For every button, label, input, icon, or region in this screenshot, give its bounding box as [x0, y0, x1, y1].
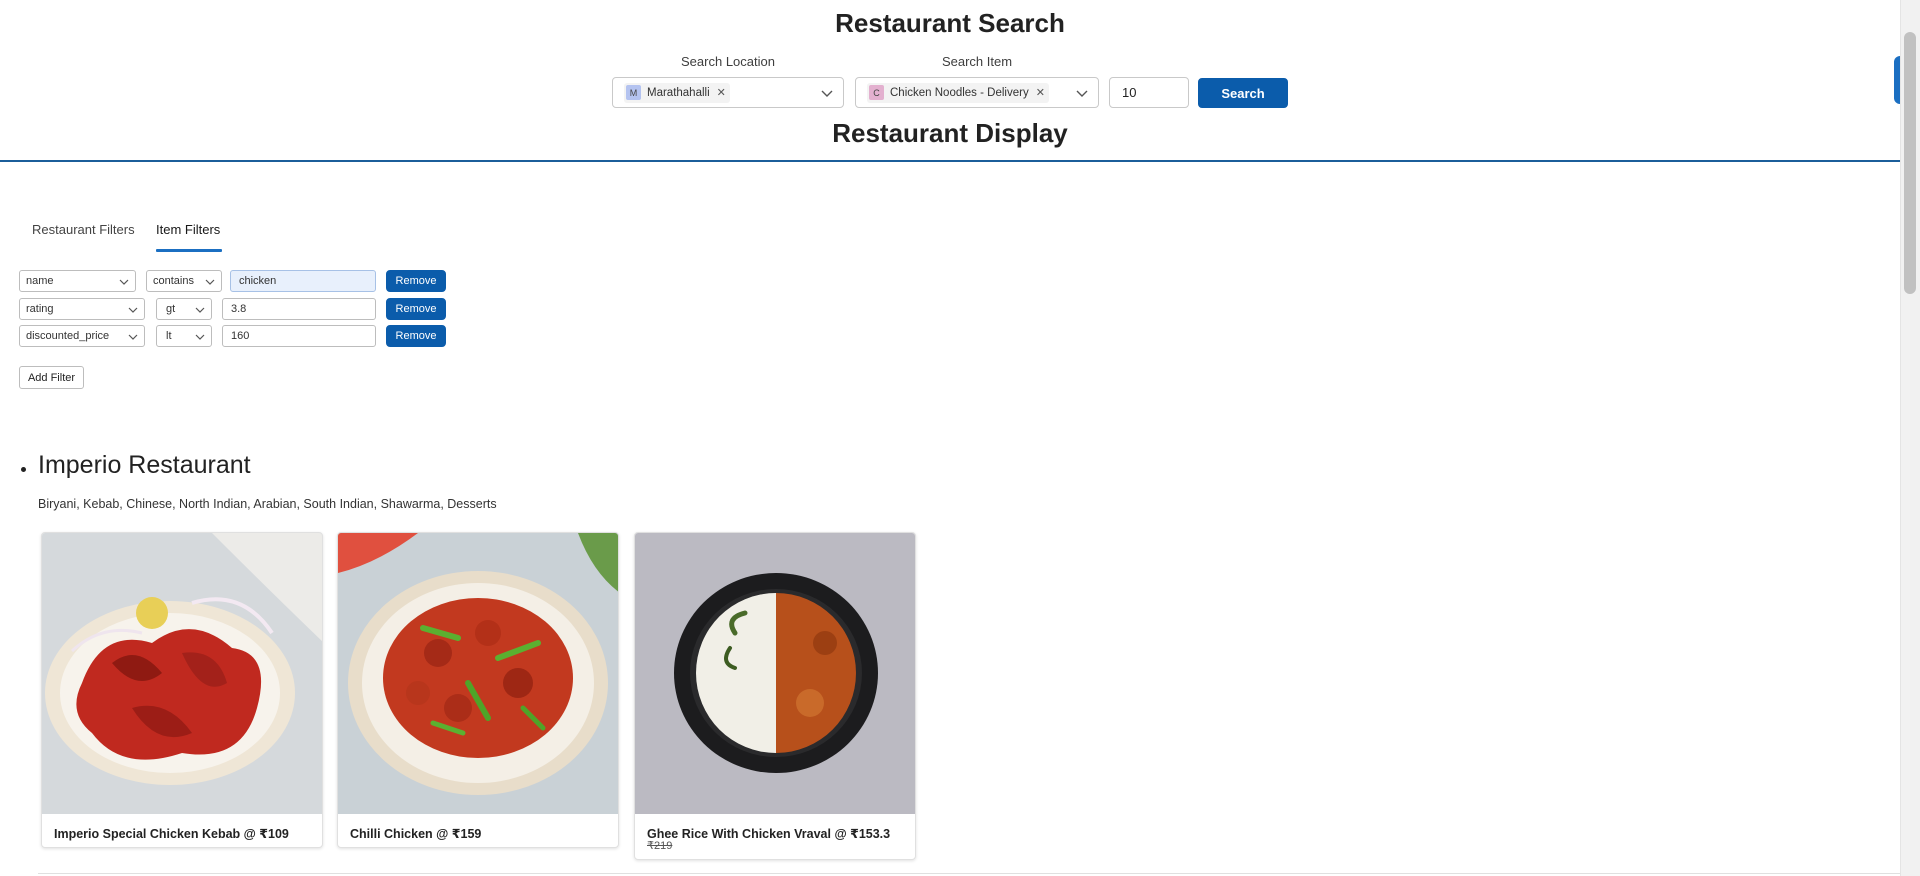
page-title: Restaurant Search: [835, 8, 1065, 38]
filter-value-input[interactable]: 3.8: [222, 298, 376, 320]
filter-field-value: name: [26, 275, 54, 287]
filter-operator-value: lt: [166, 330, 172, 342]
item-avatar: C: [869, 85, 884, 100]
location-avatar: M: [626, 85, 641, 100]
close-icon[interactable]: ✕: [717, 86, 726, 99]
tab-restaurant-filters[interactable]: Restaurant Filters: [32, 222, 135, 237]
search-location-combobox[interactable]: M Marathahalli ✕: [612, 77, 844, 108]
section-bottom-divider: [38, 873, 1900, 874]
section-title: Restaurant Display: [832, 118, 1068, 148]
filter-field-select[interactable]: name: [19, 270, 136, 292]
filter-value-input[interactable]: chicken: [230, 270, 376, 292]
chevron-down-icon: [128, 334, 138, 340]
section-divider: [0, 160, 1900, 162]
food-image: [42, 533, 322, 814]
filter-operator-value: gt: [166, 303, 176, 315]
search-item-label: Search Item: [941, 54, 1013, 69]
item-pill: C Chicken Noodles - Delivery ✕: [867, 82, 1049, 103]
filter-field-select[interactable]: discounted_price: [19, 325, 145, 347]
list-bullet: [21, 467, 26, 472]
restaurant-name: Imperio Restaurant: [38, 451, 251, 479]
remove-filter-button[interactable]: Remove: [386, 270, 446, 292]
scrollbar-thumb[interactable]: [1904, 32, 1916, 294]
location-pill: M Marathahalli ✕: [624, 82, 730, 103]
remove-filter-button[interactable]: Remove: [386, 298, 446, 320]
active-tab-indicator: [156, 249, 222, 252]
filter-operator-select[interactable]: contains: [146, 270, 222, 292]
food-image: [635, 533, 915, 814]
item-pill-text: Chicken Noodles - Delivery: [890, 86, 1029, 99]
vertical-scrollbar[interactable]: [1900, 0, 1920, 876]
chevron-down-icon: [205, 279, 215, 285]
location-pill-text: Marathahalli: [647, 86, 710, 99]
search-item-combobox[interactable]: C Chicken Noodles - Delivery ✕: [855, 77, 1099, 108]
filter-value-input[interactable]: 160: [222, 325, 376, 347]
filter-operator-value: contains: [153, 275, 194, 287]
chevron-down-icon[interactable]: [1074, 85, 1090, 101]
menu-item-card[interactable]: Imperio Special Chicken Kebab @ ₹109: [41, 532, 323, 848]
menu-item-label: Ghee Rice With Chicken Vraval @ ₹153.3: [647, 827, 891, 841]
chevron-down-icon: [195, 334, 205, 340]
food-image: [338, 533, 618, 814]
menu-item-card[interactable]: Chilli Chicken @ ₹159: [337, 532, 619, 848]
restaurant-cuisines: Biryani, Kebab, Chinese, North Indian, A…: [38, 497, 497, 511]
chevron-down-icon[interactable]: [819, 85, 835, 101]
filter-operator-select[interactable]: lt: [156, 325, 212, 347]
filter-field-value: rating: [26, 303, 54, 315]
menu-item-label: Imperio Special Chicken Kebab @ ₹109: [54, 827, 289, 841]
menu-item-card[interactable]: Ghee Rice With Chicken Vraval @ ₹153.3 ₹…: [634, 532, 916, 860]
search-button[interactable]: Search: [1198, 78, 1288, 108]
tab-item-filters[interactable]: Item Filters: [156, 222, 220, 237]
filter-field-select[interactable]: rating: [19, 298, 145, 320]
chevron-down-icon: [119, 279, 129, 285]
result-count-input[interactable]: 10: [1109, 77, 1189, 108]
remove-filter-button[interactable]: Remove: [386, 325, 446, 347]
close-icon[interactable]: ✕: [1036, 86, 1045, 99]
original-price: ₹219: [647, 840, 673, 852]
filter-field-value: discounted_price: [26, 330, 110, 342]
add-filter-button[interactable]: Add Filter: [19, 366, 84, 389]
filter-operator-select[interactable]: gt: [156, 298, 212, 320]
chevron-down-icon: [128, 307, 138, 313]
chevron-down-icon: [195, 307, 205, 313]
menu-item-label: Chilli Chicken @ ₹159: [350, 827, 482, 841]
search-location-label: Search Location: [681, 54, 775, 69]
